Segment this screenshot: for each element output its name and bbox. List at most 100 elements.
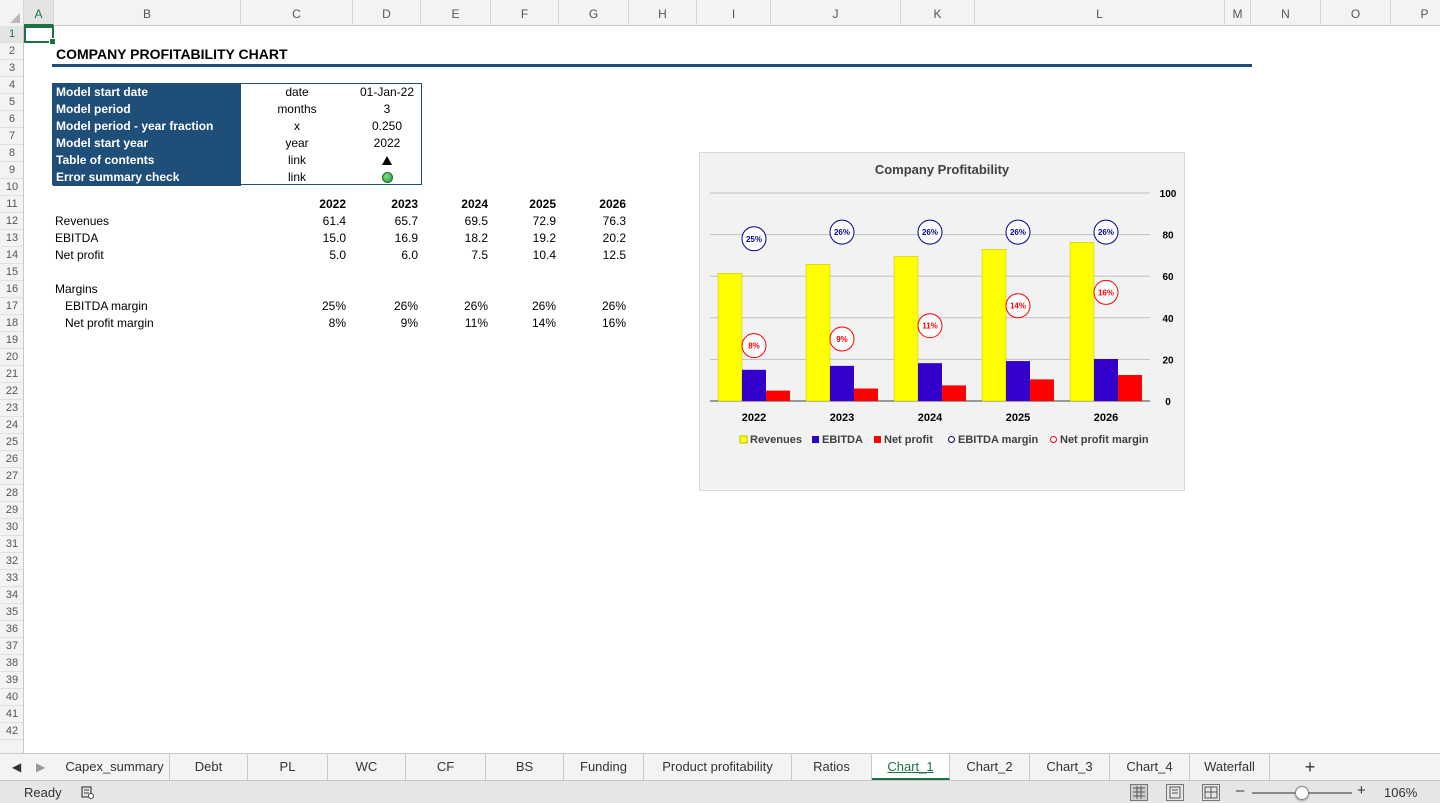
row-header-9[interactable]: 9: [0, 162, 23, 179]
sheet-tab-waterfall[interactable]: Waterfall: [1190, 754, 1270, 780]
column-header-e[interactable]: E: [421, 0, 491, 26]
table-of-contents-link[interactable]: [353, 152, 421, 169]
error-summary-link[interactable]: [353, 169, 421, 186]
row-header-14[interactable]: 14: [0, 247, 23, 264]
triangle-left-icon[interactable]: ◀: [12, 760, 21, 774]
page-layout-view-icon[interactable]: [1166, 784, 1184, 801]
column-header-o[interactable]: O: [1321, 0, 1391, 26]
sheet-tab-bs[interactable]: BS: [486, 754, 564, 780]
row-header-29[interactable]: 29: [0, 502, 23, 519]
column-header-n[interactable]: N: [1251, 0, 1321, 26]
row-header-28[interactable]: 28: [0, 485, 23, 502]
sheet-tab-funding[interactable]: Funding: [564, 754, 644, 780]
column-header-l[interactable]: L: [975, 0, 1225, 26]
sheet-tab-chart-3[interactable]: Chart_3: [1030, 754, 1110, 780]
sheet-tab-chart-4[interactable]: Chart_4: [1110, 754, 1190, 780]
row-header-11[interactable]: 11: [0, 196, 23, 213]
row-header-24[interactable]: 24: [0, 417, 23, 434]
plus-icon[interactable]: +: [1296, 754, 1324, 780]
status-ready-text: Ready: [24, 785, 62, 800]
input-value[interactable]: 01-Jan-22: [353, 84, 421, 101]
row-header-20[interactable]: 20: [0, 349, 23, 366]
row-header-4[interactable]: 4: [0, 77, 23, 94]
row-header-31[interactable]: 31: [0, 536, 23, 553]
row-header-5[interactable]: 5: [0, 94, 23, 111]
zoom-slider-thumb[interactable]: [1295, 786, 1309, 800]
column-header-g[interactable]: G: [559, 0, 629, 26]
triangle-up-icon[interactable]: [382, 156, 392, 166]
zoom-in-button[interactable]: +: [1357, 782, 1366, 799]
company-profitability-chart[interactable]: Company Profitability 0 20 40 60 80 100 2022 202…: [699, 152, 1185, 491]
row-header-16[interactable]: 16: [0, 281, 23, 298]
row-header-19[interactable]: 19: [0, 332, 23, 349]
row-header-34[interactable]: 34: [0, 587, 23, 604]
macro-record-icon[interactable]: [80, 785, 94, 799]
input-value[interactable]: 2022: [353, 135, 421, 152]
page-break-view-icon[interactable]: [1202, 784, 1220, 801]
row-header-2[interactable]: 2: [0, 43, 23, 60]
normal-view-icon[interactable]: [1130, 784, 1148, 801]
row-header-38[interactable]: 38: [0, 655, 23, 672]
row-header-40[interactable]: 40: [0, 689, 23, 706]
row-header-1[interactable]: 1: [0, 26, 23, 43]
column-header-h[interactable]: H: [629, 0, 697, 26]
column-header-i[interactable]: I: [697, 0, 771, 26]
row-header-12[interactable]: 12: [0, 213, 23, 230]
row-header-36[interactable]: 36: [0, 621, 23, 638]
sheet-tab-chart-2[interactable]: Chart_2: [950, 754, 1030, 780]
sheet-tab-debt[interactable]: Debt: [170, 754, 248, 780]
row-header-21[interactable]: 21: [0, 366, 23, 383]
row-header-13[interactable]: 13: [0, 230, 23, 247]
row-header-23[interactable]: 23: [0, 400, 23, 417]
table-cell: 69.5: [464, 214, 488, 228]
row-header-32[interactable]: 32: [0, 553, 23, 570]
column-header-k[interactable]: K: [901, 0, 975, 26]
row-header-3[interactable]: 3: [0, 60, 23, 77]
worksheet-grid[interactable]: COMPANY PROFITABILITY CHART Model start …: [24, 26, 1440, 753]
row-header-6[interactable]: 6: [0, 111, 23, 128]
row-header-22[interactable]: 22: [0, 383, 23, 400]
row-header-39[interactable]: 39: [0, 672, 23, 689]
column-header-c[interactable]: C: [241, 0, 353, 26]
row-header-26[interactable]: 26: [0, 451, 23, 468]
column-header-b[interactable]: B: [54, 0, 241, 26]
row-header-25[interactable]: 25: [0, 434, 23, 451]
input-label: Model period: [53, 101, 241, 118]
input-value[interactable]: 0.250: [353, 118, 421, 135]
active-cell-A1[interactable]: [24, 26, 56, 45]
column-header-f[interactable]: F: [491, 0, 559, 26]
input-value[interactable]: 3: [353, 101, 421, 118]
row-header-8[interactable]: 8: [0, 145, 23, 162]
table-cell: 25%: [321, 299, 346, 313]
row-header-15[interactable]: 15: [0, 264, 23, 281]
row-header-37[interactable]: 37: [0, 638, 23, 655]
green-status-dot-icon[interactable]: [381, 172, 393, 184]
column-header-a[interactable]: A: [24, 0, 54, 26]
sheet-tab-chart-1[interactable]: Chart_1: [872, 754, 950, 780]
sheet-tab-capex-summary[interactable]: Capex_summary: [60, 754, 170, 780]
row-header-17[interactable]: 17: [0, 298, 23, 315]
zoom-level[interactable]: 106%: [1384, 785, 1417, 800]
legend-swatch: [1050, 436, 1057, 443]
sheet-tab-cf[interactable]: CF: [406, 754, 486, 780]
column-header-m[interactable]: M: [1225, 0, 1251, 26]
row-header-30[interactable]: 30: [0, 519, 23, 536]
triangle-right-icon[interactable]: ▶: [36, 760, 45, 774]
row-header-35[interactable]: 35: [0, 604, 23, 621]
sheet-tab-product-profitability[interactable]: Product profitability: [644, 754, 792, 780]
zoom-out-button[interactable]: –: [1236, 782, 1244, 799]
column-header-d[interactable]: D: [353, 0, 421, 26]
sheet-tab-ratios[interactable]: Ratios: [792, 754, 872, 780]
row-header-7[interactable]: 7: [0, 128, 23, 145]
row-header-33[interactable]: 33: [0, 570, 23, 587]
row-header-42[interactable]: 42: [0, 723, 23, 740]
sheet-tab-wc[interactable]: WC: [328, 754, 406, 780]
row-header-41[interactable]: 41: [0, 706, 23, 723]
row-header-27[interactable]: 27: [0, 468, 23, 485]
sheet-tab-pl[interactable]: PL: [248, 754, 328, 780]
select-all-corner[interactable]: [0, 0, 24, 26]
column-header-j[interactable]: J: [771, 0, 901, 26]
row-header-18[interactable]: 18: [0, 315, 23, 332]
column-header-p[interactable]: P: [1391, 0, 1440, 26]
row-header-10[interactable]: 10: [0, 179, 23, 196]
